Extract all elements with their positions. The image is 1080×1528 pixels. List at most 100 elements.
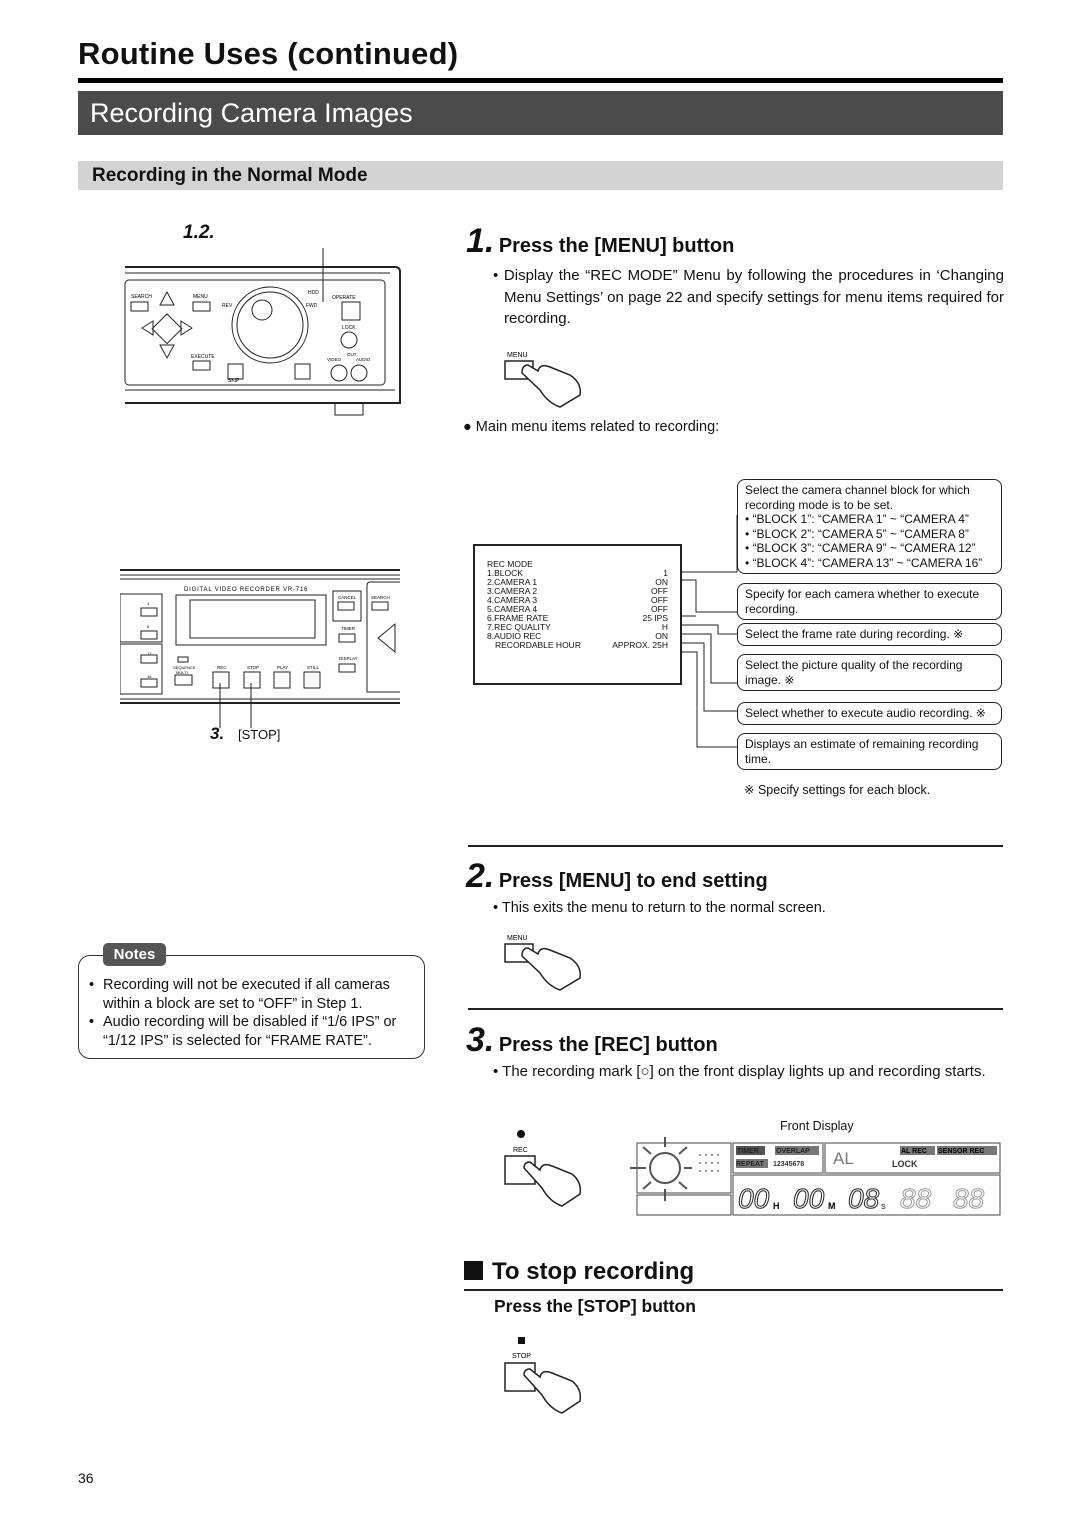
stop-subheading: Press the [STOP] button — [494, 1296, 696, 1316]
callout-block-item: • “BLOCK 4”: “CAMERA 13” ~ “CAMERA 16” — [745, 555, 983, 570]
callout-leader-lines — [682, 515, 738, 748]
square-bullet-icon — [464, 1261, 483, 1280]
svg-text:REC: REC — [217, 665, 227, 670]
step-3: 3. Press the [REC] button — [466, 1021, 718, 1060]
divider — [468, 1008, 1003, 1010]
step-1-text: • Display the “REC MODE” Menu by followi… — [493, 267, 1004, 327]
step-number: 3. — [466, 1021, 495, 1059]
menu-row: RECORDABLE HOUR APPROX. 25H — [487, 641, 668, 650]
svg-text:AL: AL — [833, 1149, 854, 1168]
menu-row-value: APPROX. 25H — [612, 640, 668, 650]
callout-footnote: ※ Specify settings for each block. — [744, 783, 931, 797]
svg-text:HDD: HDD — [308, 290, 319, 296]
recorder-front-panel-illustration: SEARCH MENU EXECUTE REV FWD HDD SKIP OPE… — [124, 248, 401, 416]
svg-text:STOP: STOP — [247, 665, 259, 670]
svg-text:OPERATE: OPERATE — [332, 295, 356, 301]
step-heading: Press [MENU] to end setting — [498, 870, 768, 892]
svg-text:16: 16 — [147, 674, 152, 679]
callout-quality: Select the picture quality of the record… — [737, 654, 1002, 691]
rec-button-press-icon: REC — [504, 1130, 582, 1207]
note-text: Audio recording will be disabled if “1/6… — [103, 1014, 397, 1049]
divider — [464, 1289, 1003, 1291]
stop-button-press-icon: STOP — [504, 1337, 582, 1414]
notes-box: • Recording will not be executed if all c… — [78, 955, 425, 1059]
svg-text:00: 00 — [793, 1183, 825, 1214]
svg-text:MENU: MENU — [193, 294, 208, 300]
svg-text:LOCK: LOCK — [342, 325, 356, 331]
svg-text:4: 4 — [147, 601, 150, 606]
section-heading: Recording Camera Images — [78, 91, 1003, 135]
svg-text:MENU: MENU — [507, 935, 528, 942]
page-title: Routine Uses (continued) — [78, 36, 459, 71]
recorder-display-panel-illustration: DIGITAL VIDEO RECORDER VR-716 4 8 12 16 … — [120, 569, 400, 728]
step-3-desc: The recording mark [○] on the front disp… — [502, 1063, 986, 1080]
step-number: 1. — [466, 222, 495, 260]
step-heading: Press the [REC] button — [498, 1034, 718, 1056]
svg-text:REV: REV — [222, 303, 233, 309]
menu-button-press-icon: MENU — [504, 352, 582, 408]
notes-label: Notes — [103, 943, 166, 966]
svg-text:PLAY: PLAY — [277, 665, 288, 670]
svg-text:08: 08 — [848, 1183, 880, 1214]
rec-mode-menu: REC MODE 1.BLOCK 1 2.CAMERA 1 ON 3.CAMERA 2O… — [473, 544, 682, 685]
svg-text:STILL: STILL — [307, 665, 320, 670]
svg-text:DISPLAY: DISPLAY — [339, 656, 358, 661]
svg-text:88: 88 — [953, 1183, 985, 1214]
step-3-text: • The recording mark [○] on the front di… — [493, 1063, 986, 1080]
svg-text:REC: REC — [513, 1147, 528, 1154]
svg-text:SEARCH: SEARCH — [131, 294, 152, 300]
svg-text:12345678: 12345678 — [773, 1161, 804, 1168]
svg-text:MULTI: MULTI — [176, 670, 188, 675]
callout-audio: Select whether to execute audio recordin… — [737, 702, 1002, 725]
note-item: • Recording will not be executed if all c… — [89, 976, 414, 1013]
stop-recording-heading: To stop recording — [464, 1258, 694, 1286]
svg-text:S: S — [881, 1204, 886, 1211]
svg-text:REPEAT: REPEAT — [736, 1161, 765, 1168]
svg-text:VIDEO: VIDEO — [327, 357, 342, 362]
subsection-heading: Recording in the Normal Mode — [78, 161, 1003, 190]
divider — [468, 845, 1003, 847]
svg-text:AUDIO: AUDIO — [356, 357, 371, 362]
callout-block: Select the camera channel block for whic… — [737, 479, 1002, 574]
title-rule — [78, 78, 1003, 83]
svg-text:00: 00 — [738, 1183, 770, 1214]
svg-text:M: M — [828, 1201, 836, 1211]
svg-text:SEARCH: SEARCH — [371, 595, 390, 600]
step-2: 2. Press [MENU] to end setting — [466, 857, 768, 896]
callout-frame-rate: Select the frame rate during recording. … — [737, 623, 1002, 646]
step-3-callout: 3. — [210, 724, 225, 743]
menu-button-press-icon: MENU — [504, 935, 582, 991]
step-heading: Press the [MENU] button — [498, 235, 735, 257]
svg-text:AL REC: AL REC — [901, 1148, 927, 1155]
callout-hours: Displays an estimate of remaining record… — [737, 733, 1002, 770]
menu-note-text: Main menu items related to recording: — [475, 419, 720, 435]
svg-text:TIMER: TIMER — [341, 626, 356, 631]
svg-text:TIMER: TIMER — [737, 1148, 759, 1155]
stop-heading-text: To stop recording — [492, 1258, 695, 1285]
note-item: • Audio recording will be disabled if “1/… — [89, 1013, 414, 1050]
svg-text:8: 8 — [147, 624, 150, 629]
front-display-label: Front Display — [780, 1119, 854, 1133]
callout-block-text: Select the camera channel block for whic… — [745, 483, 970, 512]
page-number: 36 — [78, 1470, 94, 1486]
svg-text:SENSOR REC: SENSOR REC — [938, 1148, 984, 1155]
step-1: 1. Press the [MENU] button — [466, 222, 734, 261]
svg-text:OVERLAP: OVERLAP — [776, 1148, 810, 1155]
stop-callout: [STOP] — [238, 727, 281, 742]
step-1-desc: Display the “REC MODE” Menu by following… — [503, 267, 1004, 327]
svg-text:MENU: MENU — [507, 352, 528, 359]
note-text: Recording will not be executed if all ca… — [103, 977, 390, 1012]
svg-text:DIGITAL VIDEO RECORDER VR-716: DIGITAL VIDEO RECORDER VR-716 — [184, 587, 308, 593]
menu-items-note: ● Main menu items related to recording: — [463, 419, 720, 435]
callout-camera: Specify for each camera whether to execu… — [737, 583, 1002, 620]
front-display-illustration: TIMER OVERLAP REPEAT 12345678 AL AL REC … — [630, 1137, 1001, 1216]
svg-text:STOP: STOP — [512, 1353, 531, 1360]
svg-text:FWD: FWD — [306, 303, 318, 309]
menu-row-label: RECORDABLE HOUR — [495, 640, 581, 650]
callout-block-item: • “BLOCK 1”: “CAMERA 1” ~ “CAMERA 4” — [745, 512, 969, 526]
step-number: 2. — [466, 857, 495, 895]
svg-text:CANCEL: CANCEL — [338, 595, 357, 600]
step-2-text: • This exits the menu to return to the n… — [493, 900, 826, 916]
svg-text:EXECUTE: EXECUTE — [191, 354, 215, 360]
step-2-desc: This exits the menu to return to the nor… — [501, 900, 826, 916]
